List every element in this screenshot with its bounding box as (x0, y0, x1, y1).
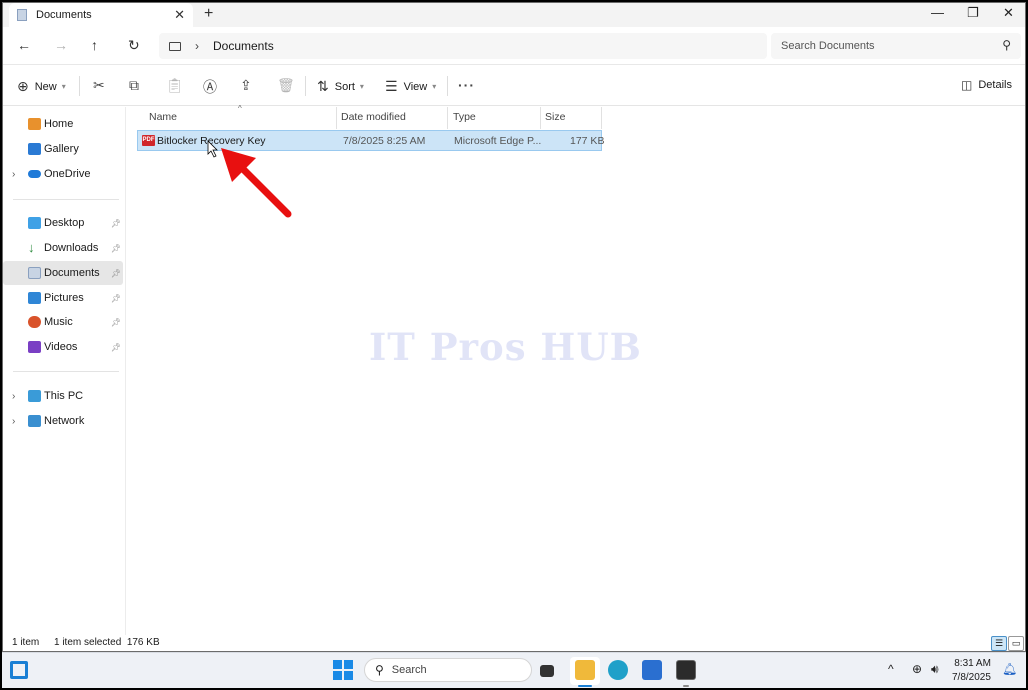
show-hidden-icons-chevron-icon[interactable]: ^ (888, 662, 894, 676)
taskbar-search[interactable]: ⚲ Search (364, 658, 532, 682)
windows-logo-tile (344, 671, 353, 680)
annotation-arrow (207, 140, 292, 218)
windows-logo-tile (344, 660, 353, 669)
taskbar-search-label: Search (391, 664, 427, 676)
clock-time: 8:31 AM (954, 658, 991, 669)
system-clock[interactable]: 8:31 AM 7/8/2025 (952, 657, 991, 685)
windows-logo-tile (333, 671, 342, 680)
start-button[interactable] (333, 660, 353, 680)
notification-bell-icon[interactable]: 🔔︎ (1002, 662, 1017, 676)
volume-icon[interactable]: 🔊︎ (931, 662, 939, 677)
clock-date: 7/8/2025 (952, 672, 991, 683)
store-icon[interactable] (642, 660, 662, 680)
search-icon: ⚲ (375, 663, 384, 677)
file-explorer-taskbar-icon[interactable] (575, 660, 595, 680)
task-view-icon[interactable] (540, 665, 554, 677)
windows-logo-tile (333, 660, 342, 669)
active-indicator (578, 685, 592, 687)
taskbar: ⚲ Search ^ ⊕ 🔊︎ 8:31 AM 7/8/2025 🔔︎ (2, 652, 1026, 688)
network-globe-icon[interactable]: ⊕ (912, 662, 922, 676)
widgets-icon[interactable] (10, 661, 28, 679)
terminal-icon[interactable] (676, 660, 696, 680)
running-indicator (683, 685, 689, 687)
edge-browser-icon[interactable] (608, 660, 628, 680)
mouse-cursor-icon (207, 140, 218, 158)
